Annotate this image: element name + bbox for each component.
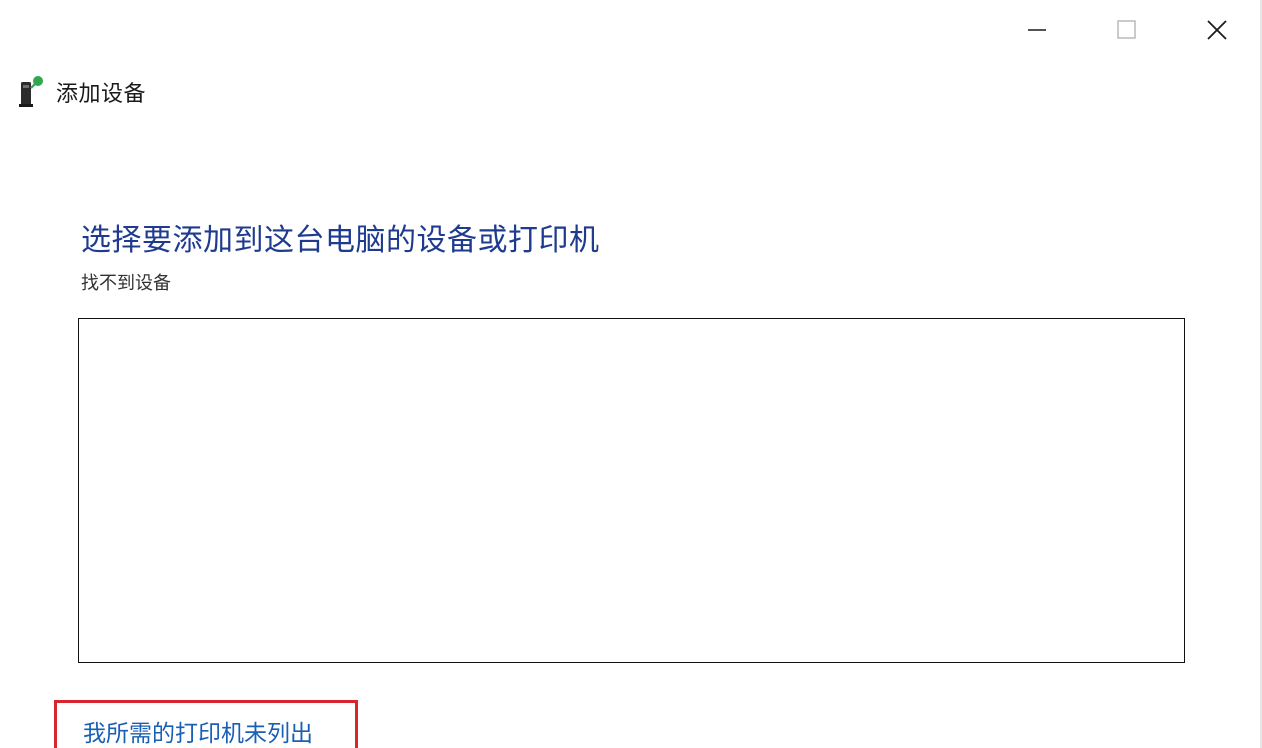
device-list[interactable]	[78, 318, 1185, 663]
page-heading: 选择要添加到这台电脑的设备或打印机	[81, 223, 600, 258]
close-icon	[1207, 20, 1227, 40]
window-title: 添加设备	[56, 82, 147, 107]
maximize-icon	[1117, 20, 1136, 39]
printer-not-listed-link[interactable]: 我所需的打印机未列出	[83, 714, 313, 748]
minimize-icon	[1028, 29, 1046, 31]
maximize-button[interactable]	[1103, 10, 1149, 50]
add-device-icon	[18, 74, 46, 110]
app-title-bar: 添加设备	[18, 74, 146, 110]
add-device-window: 添加设备 选择要添加到这台电脑的设备或打印机 找不到设备 我所需的打印机未列出	[0, 0, 1262, 748]
close-button[interactable]	[1194, 10, 1240, 50]
minimize-button[interactable]	[1014, 10, 1060, 50]
search-status-text: 找不到设备	[81, 273, 171, 294]
